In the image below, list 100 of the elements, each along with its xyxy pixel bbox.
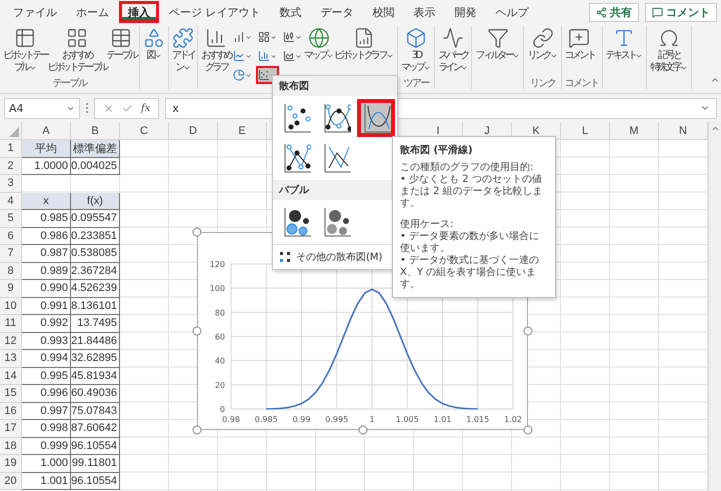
column-header[interactable]: M bbox=[610, 122, 659, 140]
ribbon-tab[interactable]: ファイル bbox=[4, 1, 66, 23]
insert-function-button[interactable]: fx bbox=[141, 102, 150, 114]
caret-icon bbox=[245, 72, 252, 78]
row-header[interactable]: 17 bbox=[0, 420, 22, 438]
row-header[interactable]: 19 bbox=[0, 455, 22, 472]
table-cell: 0.994 bbox=[22, 350, 71, 368]
row-header[interactable]: 20 bbox=[0, 472, 22, 490]
resize-handle[interactable] bbox=[192, 426, 202, 434]
axis-tick-label: 1.005 bbox=[396, 415, 419, 424]
table-cell: 0.987 bbox=[22, 245, 71, 262]
resize-handle[interactable] bbox=[524, 326, 532, 336]
omega-icon bbox=[658, 27, 680, 49]
ribbon-button[interactable]: フィルター bbox=[475, 26, 520, 62]
share-button[interactable]: 共有 bbox=[589, 2, 639, 22]
column-header[interactable]: B bbox=[71, 122, 120, 140]
bar-chart-icon bbox=[258, 50, 270, 62]
resize-handle[interactable] bbox=[192, 228, 202, 236]
row-header[interactable]: 7 bbox=[0, 245, 22, 262]
row-header[interactable]: 16 bbox=[0, 402, 22, 420]
column-header[interactable]: N bbox=[659, 122, 708, 140]
ribbon-tab[interactable]: 表示 bbox=[404, 1, 444, 23]
comment-icon bbox=[652, 6, 663, 18]
row-header[interactable]: 10 bbox=[0, 298, 22, 315]
row-header[interactable]: 15 bbox=[0, 385, 22, 402]
axis-tick-label: 1.015 bbox=[466, 415, 490, 424]
ribbon-tab[interactable]: ヘルプ bbox=[486, 1, 538, 23]
row-header[interactable]: 9 bbox=[0, 280, 22, 298]
axis-tick-label: 60 bbox=[214, 332, 225, 342]
group-label: ツアー bbox=[403, 76, 429, 90]
column-header[interactable]: A bbox=[22, 122, 71, 140]
shapes-icon bbox=[143, 27, 166, 49]
row-header[interactable]: 11 bbox=[0, 315, 22, 332]
ribbon-button[interactable]: テキスト bbox=[606, 26, 644, 62]
ribbon-button[interactable]: テーブル bbox=[106, 26, 136, 62]
cube-icon bbox=[405, 27, 428, 49]
ribbon-button[interactable]: ピボットテー ブル bbox=[3, 26, 48, 74]
puzzle-icon bbox=[172, 27, 194, 49]
column-header[interactable]: E bbox=[218, 122, 267, 140]
bar-chart-icon bbox=[205, 27, 228, 49]
name-box[interactable]: A4 bbox=[4, 98, 80, 118]
row-header[interactable]: 4 bbox=[0, 192, 22, 210]
ribbon-tab[interactable]: データ bbox=[312, 1, 362, 23]
column-header[interactable]: L bbox=[561, 122, 610, 140]
row-header[interactable]: 3 bbox=[0, 175, 22, 192]
tooltip-title: 散布図 (平滑線) bbox=[400, 144, 474, 157]
table-cell: 0.538085 bbox=[71, 245, 120, 262]
ribbon-tab[interactable]: 数式 bbox=[270, 1, 310, 23]
ribbon-button[interactable]: スパーク ライン bbox=[438, 26, 468, 74]
ribbon-tab[interactable]: 校閲 bbox=[364, 1, 404, 23]
table-cell: 0.993 bbox=[22, 332, 71, 350]
row-header[interactable]: 12 bbox=[0, 332, 22, 350]
axis-tick-label: 100 bbox=[210, 284, 225, 294]
row-header[interactable]: 8 bbox=[0, 262, 22, 280]
caret-icon bbox=[295, 52, 302, 60]
ribbon-button[interactable]: アドイ ン bbox=[172, 26, 194, 74]
comments-button[interactable]: コメント bbox=[645, 2, 717, 22]
ribbon-button[interactable]: 図 bbox=[143, 26, 166, 62]
tooltip-text: • 少なくとも 2 つのセットの値または 2 組のデータを比較します。 bbox=[400, 174, 544, 210]
row-header[interactable]: 13 bbox=[0, 350, 22, 368]
axis-tick-label: 1.01 bbox=[434, 415, 452, 424]
vertical-scrollbar[interactable] bbox=[708, 122, 721, 491]
check-icon[interactable] bbox=[122, 102, 133, 114]
axis-tick-label: 0.985 bbox=[254, 415, 278, 424]
ribbon-tab[interactable]: 挿入 bbox=[119, 1, 159, 23]
ribbon-button[interactable]: おすすめ グラフ bbox=[201, 26, 232, 74]
ribbon-button[interactable]: ピボットグラフ bbox=[334, 26, 394, 62]
ribbon-tab[interactable]: ページ レイアウト bbox=[160, 1, 270, 23]
row-header[interactable]: 5 bbox=[0, 210, 22, 228]
axis-tick-label: 0.98 bbox=[222, 415, 240, 424]
table-cell: 0.990 bbox=[22, 280, 71, 298]
menu-heading: 散布図 bbox=[273, 76, 397, 96]
table-cell: 21.84486 bbox=[71, 332, 120, 350]
row-header[interactable]: 2 bbox=[0, 158, 22, 175]
row-header[interactable]: 14 bbox=[0, 368, 22, 385]
ribbon-button[interactable]: マップ bbox=[304, 26, 334, 62]
ribbon-button[interactable]: おすすめ ピボットテーブル bbox=[47, 26, 107, 74]
comment-icon bbox=[568, 27, 590, 49]
scroll-up-icon bbox=[710, 124, 720, 133]
table-cell: 96.10554 bbox=[71, 472, 120, 490]
ribbon-tab[interactable]: ホーム bbox=[67, 1, 118, 23]
ribbon-button[interactable]: 記号と 特殊文字 bbox=[650, 26, 688, 74]
column-header[interactable]: D bbox=[169, 122, 218, 140]
share-icon bbox=[596, 6, 607, 18]
row-header[interactable]: 18 bbox=[0, 438, 22, 455]
ribbon-button[interactable]: リンク bbox=[527, 26, 558, 62]
ribbon-button[interactable]: 3D マップ bbox=[401, 26, 432, 74]
table-cell: 0.995 bbox=[22, 368, 71, 385]
resize-handle[interactable] bbox=[524, 426, 532, 434]
row-header[interactable]: 1 bbox=[0, 140, 22, 158]
row-header[interactable]: 6 bbox=[0, 228, 22, 245]
header-cell: x bbox=[22, 192, 71, 210]
table-cell: 87.60642 bbox=[71, 420, 120, 438]
column-header[interactable]: C bbox=[120, 122, 169, 140]
ribbon-tab[interactable]: 開発 bbox=[446, 1, 486, 23]
ribbon-button[interactable]: コメント bbox=[564, 26, 594, 62]
tooltip-heading: 使用ケース: bbox=[400, 219, 454, 230]
table-cell: 1.000 bbox=[22, 455, 71, 472]
resize-handle[interactable] bbox=[192, 326, 202, 336]
group-label: リンク bbox=[530, 76, 556, 90]
